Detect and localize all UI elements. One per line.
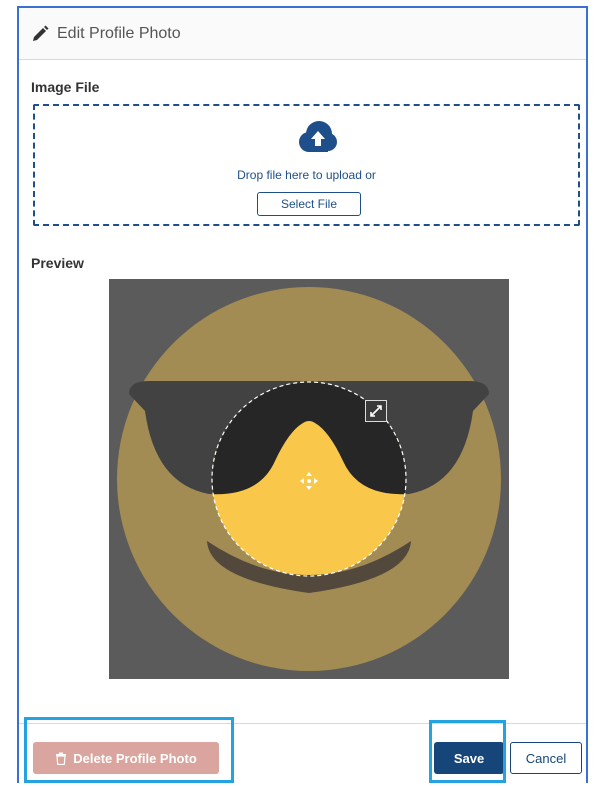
delete-button-label: Delete Profile Photo [73, 750, 197, 766]
image-file-label: Image File [31, 79, 100, 95]
save-button[interactable]: Save [434, 742, 504, 774]
trash-icon [55, 752, 67, 765]
edit-profile-photo-dialog: Edit Profile Photo Image File Drop file … [17, 6, 588, 786]
pencil-icon [31, 25, 49, 43]
dialog-footer: Delete Profile Photo Save Cancel [19, 723, 586, 786]
expand-icon[interactable] [365, 400, 387, 422]
drop-instructions: Drop file here to upload or [237, 168, 376, 182]
image-preview [109, 279, 509, 679]
file-dropzone[interactable]: Drop file here to upload or Select File [33, 104, 580, 226]
dialog-header: Edit Profile Photo [19, 8, 586, 60]
preview-label: Preview [31, 255, 84, 271]
select-file-button[interactable]: Select File [257, 192, 361, 216]
cloud-upload-icon [297, 120, 337, 154]
move-icon[interactable] [299, 471, 319, 491]
delete-profile-photo-button[interactable]: Delete Profile Photo [33, 742, 219, 774]
cancel-button[interactable]: Cancel [510, 742, 582, 774]
dialog-title: Edit Profile Photo [57, 24, 181, 42]
